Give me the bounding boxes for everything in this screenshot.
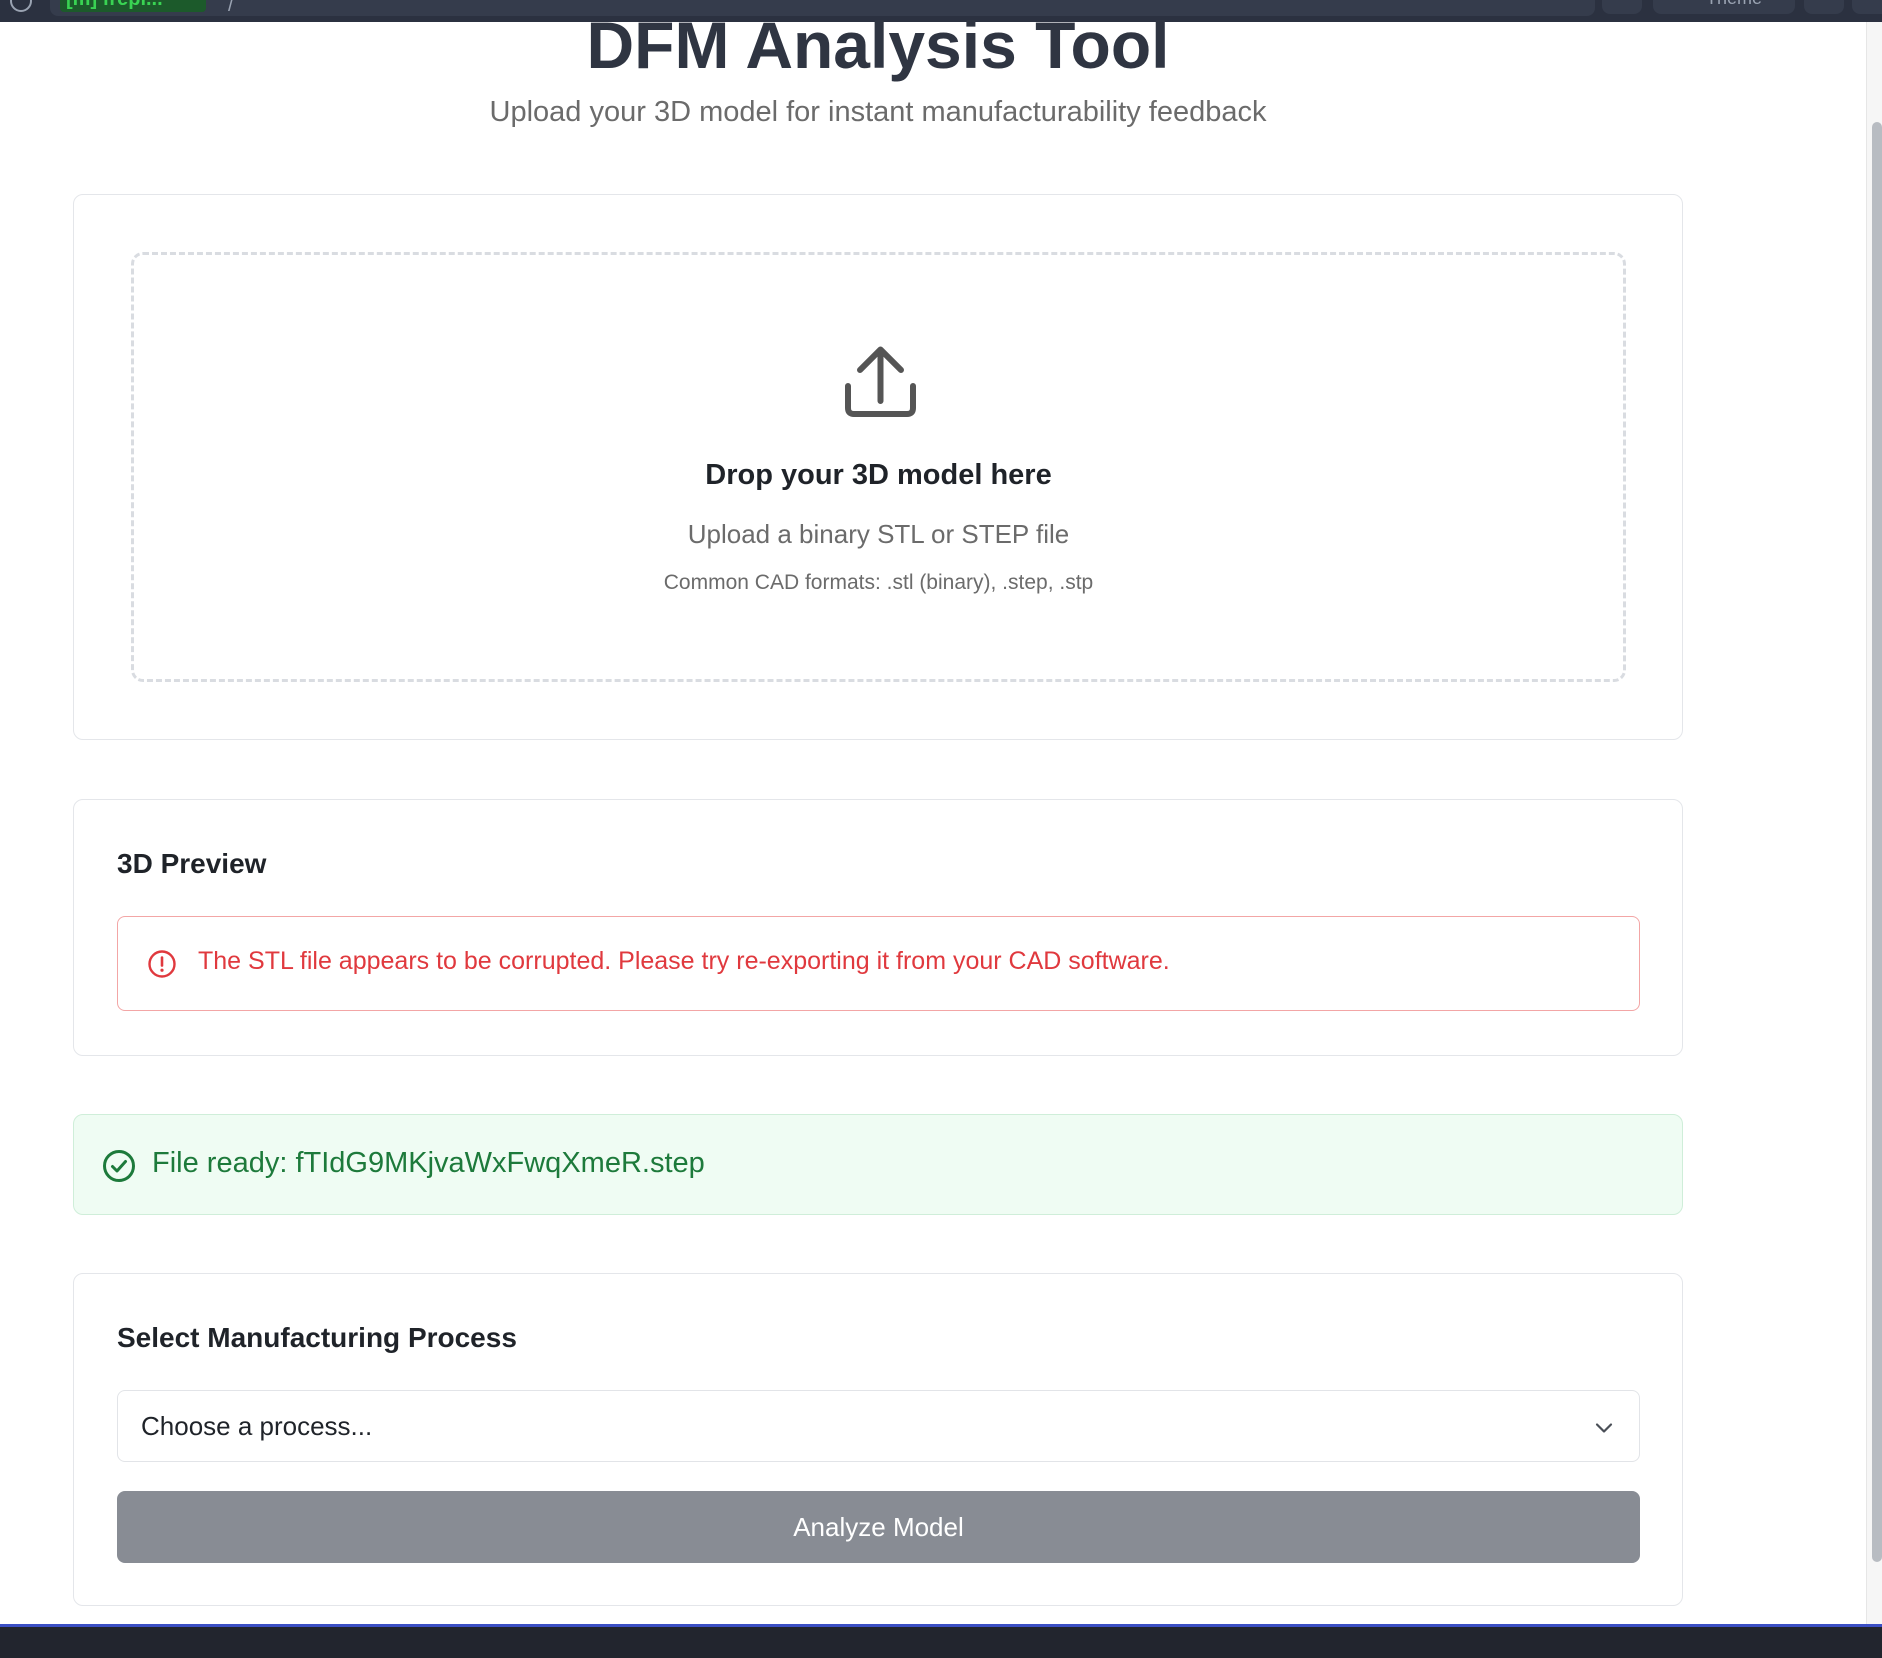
upload-icon [845,346,916,417]
chevron-down-icon [1595,1423,1613,1433]
dropzone-subtitle: Upload a binary STL or STEP file [687,519,1070,549]
preview-title: 3D Preview [117,848,267,879]
dropzone-formats: Common CAD formats: .stl (binary), .step… [663,571,1094,594]
error-message: The STL file appears to be corrupted. Pl… [198,947,1170,975]
alert-circle-icon [148,950,176,978]
toolbar-button[interactable] [1852,0,1882,14]
process-card: Select Manufacturing Process Choose a pr… [73,1273,1683,1606]
error-alert: The STL file appears to be corrupted. Pl… [117,916,1640,1011]
process-select-value: Choose a process... [141,1411,373,1441]
page-subtitle: Upload your 3D model for instant manufac… [489,96,1267,128]
file-ready-banner: File ready: fTIdG9MKjvaWxFwqXmeR.step [73,1114,1683,1215]
scrollbar-thumb[interactable] [1872,122,1882,1562]
toolbar-button[interactable] [1804,0,1844,14]
process-title: Select Manufacturing Process [117,1322,517,1353]
file-ready-text: File ready: fTIdG9MKjvaWxFwqXmeR.step [152,1147,705,1179]
analyze-model-button[interactable]: Analyze Model [117,1491,1640,1563]
upload-card: Drop your 3D model here Upload a binary … [73,194,1683,740]
process-select[interactable]: Choose a process... [117,1390,1640,1462]
preview-card: 3D Preview The STL file appears to be co… [73,799,1683,1056]
file-dropzone[interactable]: Drop your 3D model here Upload a binary … [131,252,1626,682]
check-circle-icon [103,1150,135,1182]
dropzone-title: Drop your 3D model here [705,459,1052,491]
page-title: DFM Analysis Tool [586,8,1170,82]
bottom-bar [0,1624,1882,1658]
scrollbar[interactable] [1866,22,1882,1625]
